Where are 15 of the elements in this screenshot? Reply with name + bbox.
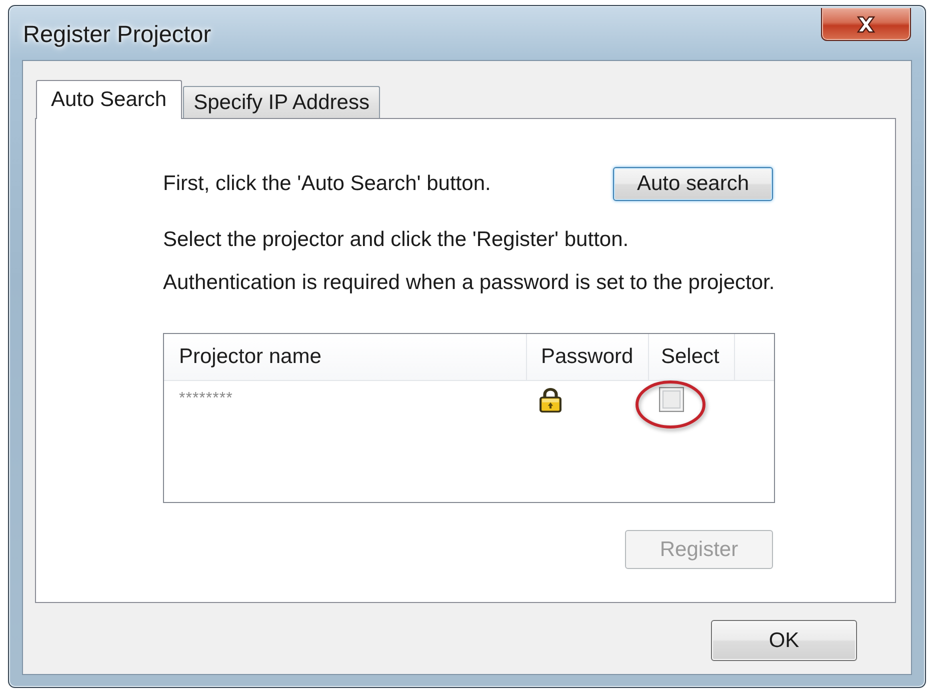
table-cell-text: ******** <box>178 390 234 408</box>
close-button[interactable] <box>821 8 911 41</box>
auto-search-button[interactable]: Auto search <box>613 167 773 201</box>
instruction-text: Select the projector and click the 'Register' button. <box>163 228 630 252</box>
column-header[interactable]: Projector name <box>164 334 527 380</box>
column-header[interactable]: Select <box>649 334 735 380</box>
window-title: Register Projector <box>23 21 212 48</box>
tab[interactable]: Auto Search <box>36 80 182 119</box>
close-icon <box>856 16 876 32</box>
instruction-text: Authentication is required when a password is set to the projector. <box>163 271 775 295</box>
tab[interactable]: Specify IP Address <box>182 86 380 118</box>
select-checkbox[interactable] <box>659 386 684 412</box>
column-header[interactable]: Password <box>527 334 649 380</box>
ok-button[interactable]: OK <box>711 620 857 661</box>
instruction-text: First, click the 'Auto Search' button. <box>163 172 491 196</box>
